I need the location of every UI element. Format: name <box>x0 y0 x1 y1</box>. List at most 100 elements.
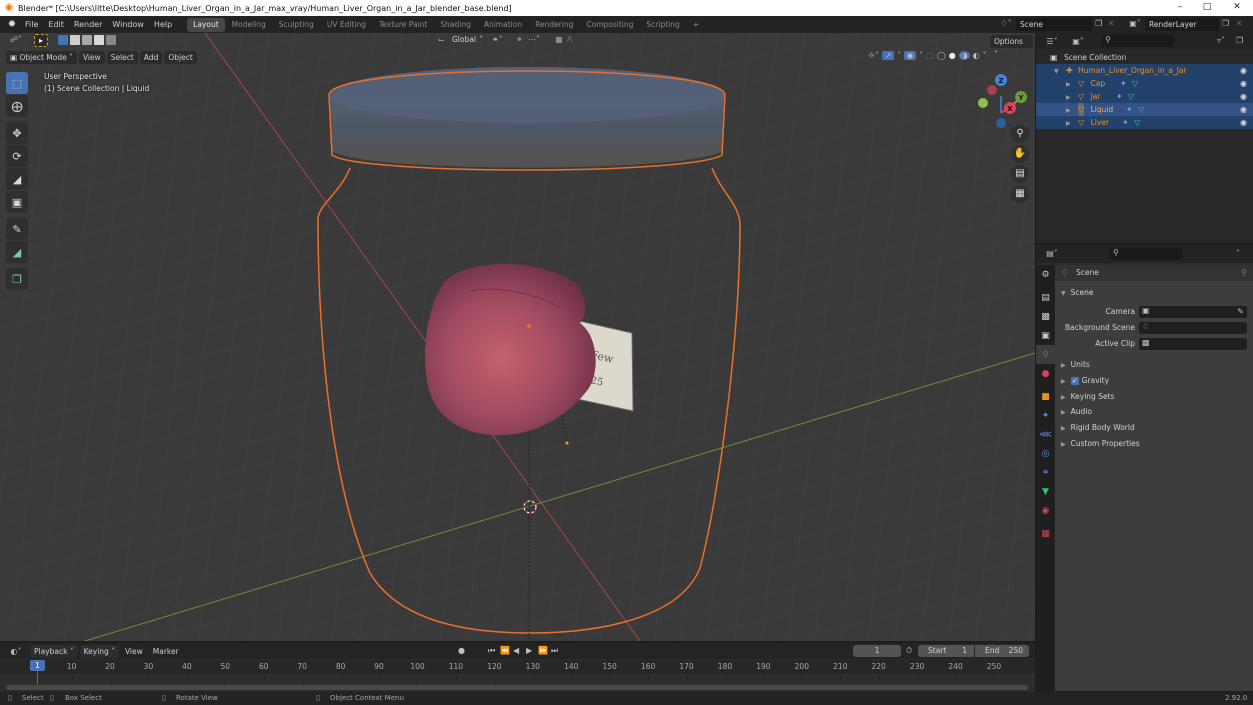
outliner-object-jar[interactable]: ▶ ▽ Jar ✦ ▽ ◉ <box>1036 90 1253 103</box>
zoom-view-button[interactable]: ⚲ <box>1011 125 1029 143</box>
minimize-button[interactable]: – <box>1168 0 1192 16</box>
scene-selector-icon[interactable]: ♢˅ <box>997 19 1015 28</box>
jump-start-icon[interactable]: ⏮ <box>488 646 495 656</box>
properties-search-input[interactable]: ⚲ <box>1110 248 1182 260</box>
tab-world[interactable]: ● <box>1036 364 1055 383</box>
outliner-scene-collection[interactable]: ▣ Scene Collection <box>1036 51 1253 64</box>
view-layer-selector-icon[interactable]: ▣˅ <box>1126 19 1144 28</box>
tool-select-box[interactable]: ⬚ <box>6 72 28 94</box>
timeline-scrollbar[interactable] <box>6 685 1028 690</box>
new-collection-icon[interactable]: ❐ <box>1236 36 1243 45</box>
proportional-edit-icon[interactable]: ■ <box>555 35 563 44</box>
outliner-collection[interactable]: ▼ ✚ Human_Liver_Organ_in_a_Jar ◉ <box>1036 64 1253 77</box>
tab-compositing[interactable]: Compositing <box>580 18 639 32</box>
eye-icon[interactable]: ◉ <box>1240 116 1247 129</box>
panel-rigid-body-world[interactable]: ▶ Rigid Body World <box>1061 422 1135 435</box>
add-workspace-button[interactable]: + <box>687 18 705 32</box>
tab-uv-editing[interactable]: UV Editing <box>321 18 372 32</box>
tool-transform[interactable]: ▣ <box>6 191 28 213</box>
background-scene-field[interactable]: ♢ <box>1139 322 1247 334</box>
timeline-editor-type-icon[interactable]: ◐˅ <box>8 647 24 656</box>
blender-menu-icon[interactable]: ✹ <box>4 19 20 30</box>
play-icon[interactable]: ▶ <box>526 646 532 655</box>
panel-keying-sets[interactable]: ▶ Keying Sets <box>1061 391 1114 404</box>
shading-solid-icon[interactable]: ● <box>949 51 956 60</box>
expand-icon[interactable]: ▶ <box>1066 107 1071 114</box>
tab-material[interactable]: ◉ <box>1036 501 1055 520</box>
gravity-checkbox[interactable]: ✓ <box>1070 377 1079 385</box>
display-mode-icon[interactable]: ▣˅ <box>1069 37 1087 46</box>
camera-view-button[interactable]: ▤ <box>1011 165 1029 183</box>
tab-sculpting[interactable]: Sculpting <box>273 18 320 32</box>
panel-units[interactable]: ▶ Units <box>1061 359 1090 372</box>
gizmo-dropdown-icon[interactable]: ˅ <box>897 51 901 60</box>
playhead[interactable]: 1 <box>30 660 45 671</box>
tab-output[interactable]: ▩ <box>1036 307 1055 326</box>
active-clip-field[interactable]: ▩ <box>1139 338 1247 350</box>
select-tool-icon[interactable]: ▸ <box>34 34 48 47</box>
expand-icon[interactable]: ▶ <box>1066 94 1071 101</box>
new-scene-icon[interactable]: ❐ <box>1095 19 1102 28</box>
select-mode-new-icon[interactable] <box>58 35 68 45</box>
scene-panel-header[interactable]: ▼ Scene <box>1061 287 1094 300</box>
snap-toggle-icon[interactable]: ⚫ <box>516 35 523 44</box>
close-button[interactable]: ✕ <box>1225 0 1249 16</box>
tab-constraints[interactable]: ⚭ <box>1036 463 1055 482</box>
prev-keyframe-icon[interactable]: ⏪ <box>500 646 510 655</box>
maximize-button[interactable]: □ <box>1195 0 1219 16</box>
pin-icon[interactable]: ⚲ <box>1241 268 1247 277</box>
eye-icon[interactable]: ◉ <box>1240 103 1247 116</box>
marker-menu[interactable]: Marker <box>149 645 183 658</box>
shading-dropdown-icon[interactable]: ˅ <box>983 51 987 60</box>
tab-physics[interactable]: ◎ <box>1036 444 1055 463</box>
xray-toggle-icon[interactable]: □ <box>926 51 934 60</box>
3d-viewport[interactable]: Few 25 Z Y X ☍˅ ▸ ⌙ Global ˅ ⚭˅ ⚫ ⋯˅ ■ Λ… <box>0 33 1035 641</box>
panel-custom-properties[interactable]: ▶ Custom Properties <box>1061 438 1140 451</box>
tab-scene[interactable]: ♢ <box>1036 345 1055 364</box>
menu-view[interactable]: View <box>78 51 105 64</box>
menu-edit[interactable]: Edit <box>43 16 69 33</box>
tab-layout[interactable]: Layout <box>187 17 225 32</box>
current-frame-field[interactable]: 1 <box>853 645 901 657</box>
next-keyframe-icon[interactable]: ⏩ <box>538 646 548 655</box>
proportional-falloff-icon[interactable]: Λ <box>567 35 572 44</box>
tab-object[interactable]: ■ <box>1036 387 1055 406</box>
outliner-object-liver[interactable]: ▶ ▽ Liver ✦ ▽ ◉ <box>1036 116 1253 129</box>
menu-render[interactable]: Render <box>69 16 107 33</box>
keying-menu[interactable]: Keying ˅ <box>79 644 119 658</box>
outliner-editor-type-icon[interactable]: ☰˅ <box>1043 37 1061 46</box>
panel-gravity[interactable]: ▶ ✓ Gravity <box>1061 375 1109 388</box>
select-mode-intersect-icon[interactable] <box>106 35 116 45</box>
playback-menu[interactable]: Playback ˅ <box>30 644 78 658</box>
eyedropper-icon[interactable]: ✎ <box>1237 307 1244 316</box>
record-keyframe-icon[interactable]: ● <box>458 646 465 655</box>
eye-icon[interactable]: ◉ <box>1240 77 1247 90</box>
outliner-object-liquid[interactable]: ▶ ▽ Liquid ✦ ▽ ◉ <box>1036 103 1253 116</box>
menu-file[interactable]: File <box>20 16 43 33</box>
tool-add-cube[interactable]: ❐ <box>6 268 28 290</box>
view-layer-name-field[interactable]: RenderLayer <box>1145 18 1219 31</box>
camera-field[interactable]: ▣ ✎ <box>1139 306 1247 318</box>
chevron-down-icon[interactable]: ˅ <box>479 35 483 44</box>
menu-help[interactable]: Help <box>149 16 177 33</box>
tab-shading[interactable]: Shading <box>434 18 476 32</box>
visibility-icon[interactable]: ☼˅ <box>868 51 879 60</box>
tab-texture[interactable]: ▦ <box>1036 524 1055 543</box>
tab-rendering[interactable]: Rendering <box>529 18 579 32</box>
transform-orientation-dropdown[interactable]: Global <box>452 35 476 44</box>
tab-modifiers[interactable]: ✦ <box>1036 406 1055 425</box>
editor-type-icon[interactable]: ☍˅ <box>6 35 26 44</box>
menu-window[interactable]: Window <box>107 16 149 33</box>
tab-scripting[interactable]: Scripting <box>640 18 685 32</box>
overlays-toggle-icon[interactable]: ◉ <box>904 51 917 60</box>
options-dropdown[interactable]: Options ˅ <box>990 35 1033 59</box>
tab-modeling[interactable]: Modeling <box>226 18 272 32</box>
tool-move[interactable]: ✥ <box>6 122 28 144</box>
pivot-point-icon[interactable]: ⚭˅ <box>492 35 503 44</box>
ortho-toggle-button[interactable]: ▦ <box>1011 185 1029 203</box>
expand-icon[interactable]: ▶ <box>1066 120 1071 127</box>
shading-wireframe-icon[interactable]: ◯ <box>937 51 946 60</box>
mode-dropdown[interactable]: ▣ Object Mode ˅ <box>6 51 77 64</box>
tool-cursor[interactable]: ⨁ <box>6 95 28 117</box>
tab-data[interactable]: ▼ <box>1036 482 1055 501</box>
